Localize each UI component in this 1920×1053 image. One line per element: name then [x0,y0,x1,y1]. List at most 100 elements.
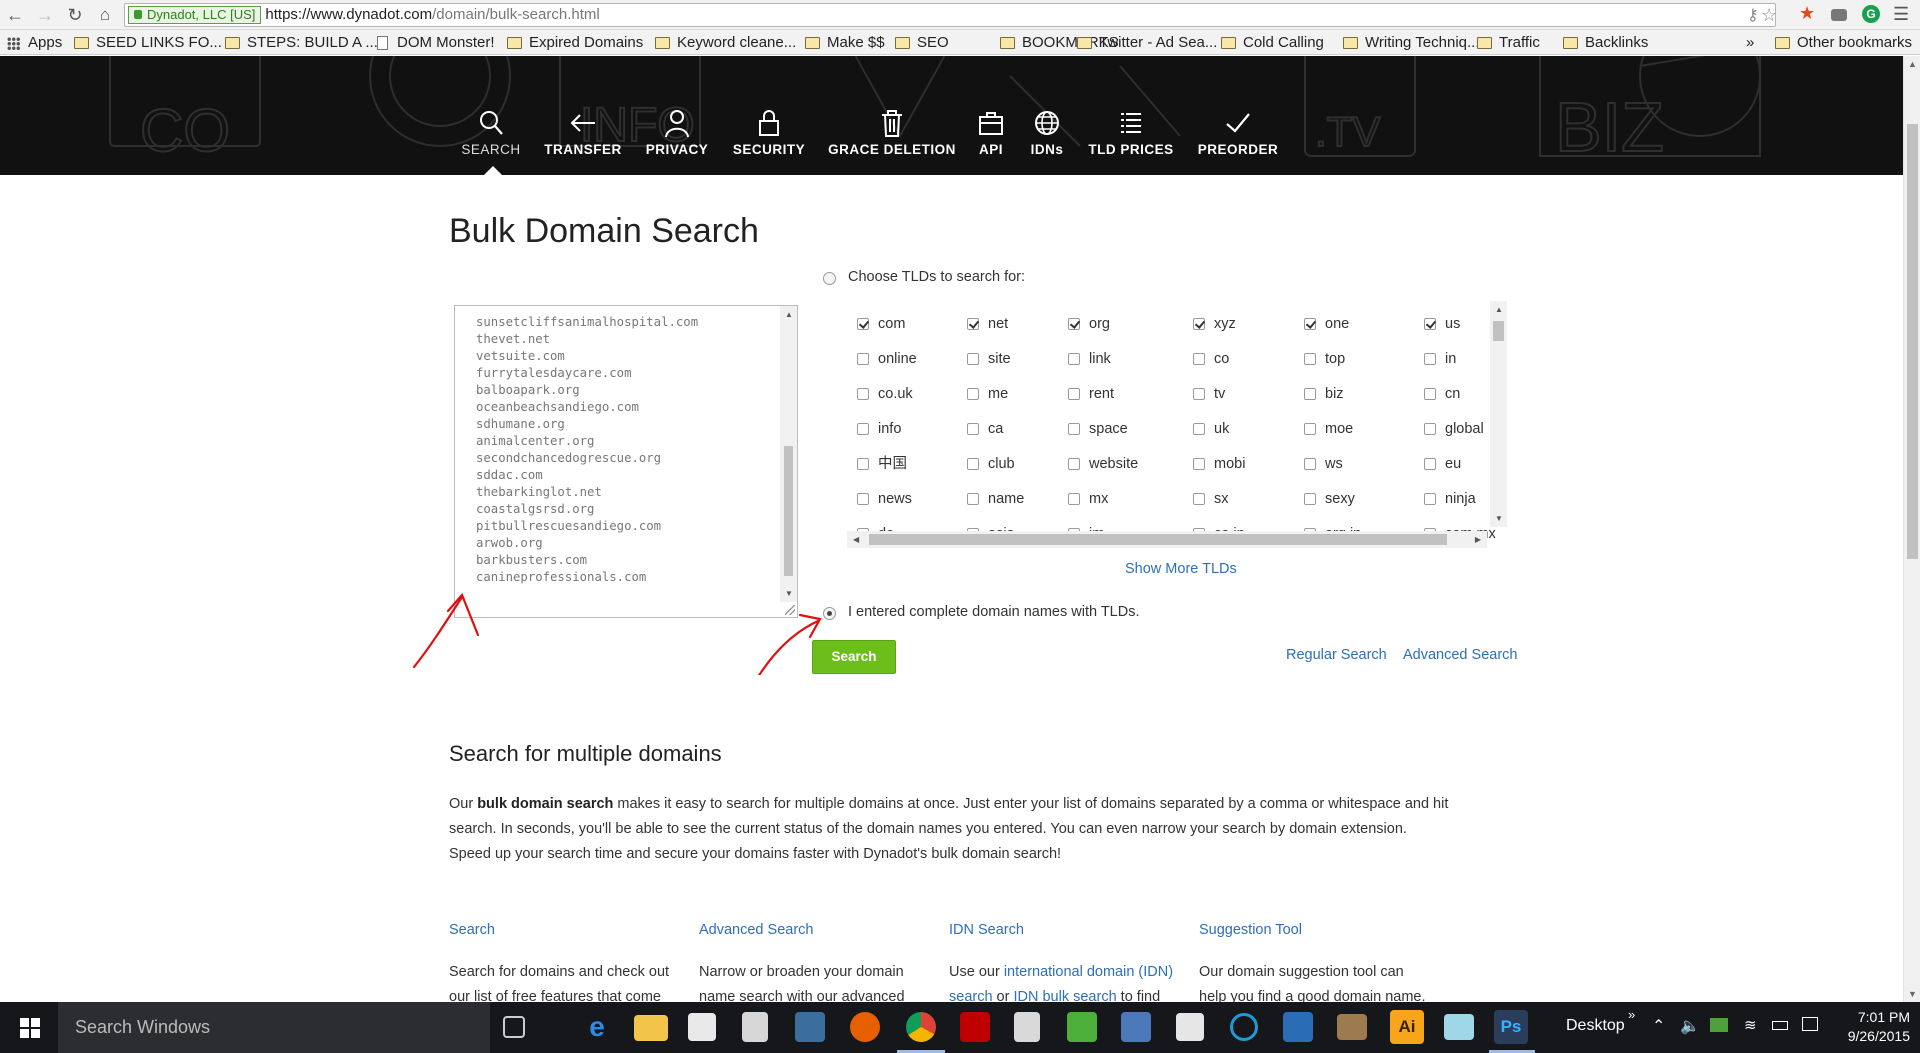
tld-option[interactable]: biz [1304,385,1344,403]
bookmark-item[interactable]: DOM Monster! [375,33,495,53]
tld-checkbox[interactable] [1424,458,1436,470]
textarea-scrollbar-thumb[interactable] [784,446,793,576]
tld-checkbox[interactable] [1068,458,1080,470]
show-more-tlds-link[interactable]: Show More TLDs [1125,561,1237,577]
calculator-icon[interactable] [742,1012,768,1042]
tld-option[interactable]: me [967,385,1008,403]
notes-app-icon[interactable] [1444,1014,1474,1040]
tld-scroll-down-icon[interactable]: ▼ [1495,514,1503,523]
tld-checkbox[interactable] [967,388,979,400]
tld-scroll-right-icon[interactable]: ▶ [1475,535,1481,544]
nav-security[interactable]: SECURITY [699,108,839,157]
toolbar-overflow[interactable]: » [1628,1007,1635,1022]
tld-checkbox[interactable] [967,353,979,365]
tld-checkbox[interactable] [1068,353,1080,365]
start-button[interactable] [0,1002,58,1053]
tld-option[interactable]: ninja [1424,490,1476,508]
tld-scroll-up-icon[interactable]: ▲ [1495,305,1503,314]
tld-option[interactable]: net [967,315,1008,333]
tld-option[interactable]: org [1068,315,1110,333]
tld-option[interactable]: com [857,315,905,333]
star-icon[interactable]: ☆ [1761,4,1775,26]
tld-option[interactable]: top [1304,350,1345,368]
tld-checkbox[interactable] [857,423,869,435]
feature-search-title[interactable]: Search [449,922,495,938]
bookmark-item[interactable]: Backlinks [1563,33,1648,53]
grid-app-icon[interactable] [1176,1013,1204,1041]
tld-checkbox[interactable] [1304,493,1316,505]
battery-icon[interactable] [1772,1021,1788,1030]
tld-option[interactable]: sexy [1304,490,1355,508]
tld-checkbox[interactable] [1193,353,1205,365]
choose-tlds-radio[interactable] [823,272,836,285]
tld-checkbox[interactable] [1304,388,1316,400]
tld-checkbox[interactable] [1193,458,1205,470]
textarea-scrollbar[interactable]: ▲ ▼ [780,306,797,602]
nvidia-icon[interactable] [1710,1018,1728,1032]
ev-certificate-badge[interactable]: Dynadot, LLC [US] [128,6,262,24]
advanced-search-link[interactable]: Advanced Search [1403,647,1517,663]
feature-idn-title[interactable]: IDN Search [949,922,1024,938]
tld-scroll-left-icon[interactable]: ◀ [853,535,859,544]
extension-badge-icon[interactable] [1831,9,1847,21]
tld-horizontal-thumb[interactable] [869,534,1447,545]
feature-suggestion-title[interactable]: Suggestion Tool [1199,922,1302,938]
tld-option[interactable]: xyz [1193,315,1236,333]
action-center-icon[interactable] [1802,1017,1818,1031]
bookmark-item[interactable]: Twitter - Ad Sea... [1077,33,1217,53]
tld-checkbox[interactable] [1068,493,1080,505]
file-explorer-icon[interactable] [634,1015,668,1041]
regular-search-link[interactable]: Regular Search [1286,647,1387,663]
tld-checkbox[interactable] [1068,388,1080,400]
tld-checkbox[interactable] [857,353,869,365]
forward-button[interactable]: → [34,4,56,26]
clock[interactable]: 7:01 PM 9/26/2015 [1830,1008,1910,1046]
tld-checkbox[interactable] [857,493,869,505]
bookmark-item[interactable]: Keyword cleane... [655,33,796,53]
feature-advanced-title[interactable]: Advanced Search [699,922,813,938]
tld-horizontal-scrollbar[interactable]: ◀ ▶ [847,531,1487,548]
tld-checkbox[interactable] [1424,493,1436,505]
package-app-icon[interactable] [1337,1014,1367,1040]
tld-option[interactable]: name [967,490,1024,508]
reload-button[interactable]: ↻ [64,4,86,26]
domain-list-textarea[interactable]: sunsetcliffsanimalhospital.com thevet.net… [454,305,798,618]
tld-checkbox[interactable] [857,458,869,470]
tld-option[interactable]: club [967,455,1015,473]
grammarly-icon[interactable]: G [1862,5,1880,23]
scroll-down-icon[interactable]: ▼ [1908,989,1917,999]
tld-checkbox[interactable] [1304,318,1316,330]
filezilla-icon[interactable] [960,1012,990,1042]
tld-option[interactable]: info [857,420,901,438]
tld-option[interactable]: ca [967,420,1003,438]
firefox-icon[interactable] [850,1012,880,1042]
key-icon[interactable]: ⚷ [1747,5,1759,26]
bookmark-item[interactable]: Make $$ [805,33,885,53]
tld-checkbox[interactable] [1304,353,1316,365]
tld-option[interactable]: space [1068,420,1128,438]
tld-checkbox[interactable] [1193,423,1205,435]
tld-option[interactable]: mobi [1193,455,1245,473]
bookmark-item[interactable]: Traffic [1477,33,1540,53]
tld-checkbox[interactable] [1424,318,1436,330]
tld-option[interactable]: website [1068,455,1138,473]
bookmark-item[interactable]: SEO [895,33,949,53]
tld-checkbox[interactable] [1304,458,1316,470]
tray-chevron-icon[interactable]: ⌃ [1652,1016,1665,1036]
store-icon[interactable] [688,1013,716,1041]
tld-vertical-scrollbar[interactable]: ▲ ▼ [1490,301,1507,527]
tld-checkbox[interactable] [1193,318,1205,330]
bookmark-star-extension-icon[interactable]: ★ [1799,3,1817,23]
bookmark-item[interactable]: Apps [6,33,62,53]
scroll-up-icon[interactable]: ▲ [1908,59,1917,69]
chrome-icon[interactable] [906,1012,936,1042]
tld-option[interactable]: tv [1193,385,1225,403]
tld-checkbox[interactable] [967,458,979,470]
desktop-toolbar-label[interactable]: Desktop [1566,1017,1625,1035]
volume-icon[interactable]: 🔈 [1680,1016,1700,1036]
tld-option[interactable]: sx [1193,490,1229,508]
tld-checkbox[interactable] [967,318,979,330]
tld-checkbox[interactable] [1193,493,1205,505]
bookmarks-overflow[interactable]: » [1746,33,1754,53]
clipboard-app-icon[interactable] [1014,1012,1040,1042]
